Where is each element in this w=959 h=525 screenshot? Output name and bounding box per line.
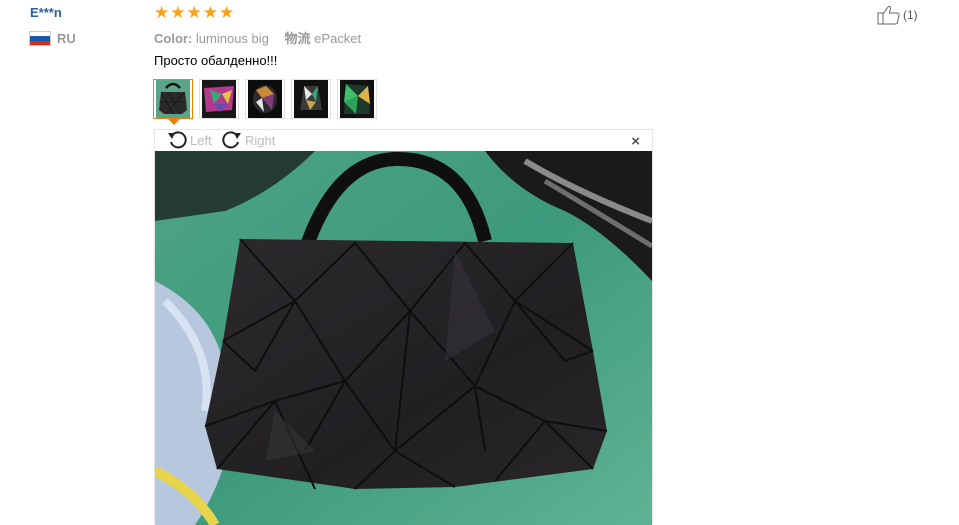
rotate-right-label: Right [245, 132, 276, 148]
helpful-count: (1) [903, 8, 918, 22]
shipping-label: 物流 [284, 31, 311, 46]
review-thumbnail[interactable] [199, 79, 239, 119]
review-thumbnail[interactable] [337, 79, 377, 119]
rotate-left-icon [168, 131, 187, 149]
star-icon: ★ [170, 3, 186, 22]
review-thumbnail[interactable] [245, 79, 285, 119]
thumbnail-strip [153, 79, 377, 125]
review-text: Просто обалденно!!! [154, 53, 278, 68]
country-code: RU [57, 31, 76, 46]
bag-photo-thumbnail [340, 80, 374, 118]
rotate-left-button[interactable]: Left [166, 130, 212, 150]
close-viewer-button[interactable]: × [631, 133, 640, 150]
thumbs-up-icon [877, 5, 900, 25]
color-value: luminous big [195, 31, 269, 46]
color-label: Color: [154, 31, 193, 46]
viewer-toolbar: Left Right × [155, 130, 652, 151]
rotate-right-icon [222, 131, 241, 149]
bag-photo-thumbnail [248, 80, 282, 118]
review-user-name[interactable]: E***n [30, 5, 62, 20]
shipping-value: ePacket [314, 31, 362, 46]
bag-photo-thumbnail [156, 80, 190, 118]
rotate-left-label: Left [190, 132, 212, 148]
helpful-button[interactable]: (1) [877, 5, 918, 25]
review-thumbnail[interactable] [153, 79, 193, 125]
rotate-right-button[interactable]: Right [221, 130, 275, 150]
bag-photo-thumbnail [294, 80, 328, 118]
review-thumbnail[interactable] [291, 79, 331, 119]
star-icon: ★ [154, 3, 170, 22]
handbag-photo [155, 151, 652, 525]
image-viewer: Left Right × [154, 129, 653, 525]
user-country: RU [29, 31, 76, 46]
star-icon: ★ [186, 3, 202, 22]
review-photo-large [155, 151, 652, 525]
star-icon: ★ [202, 3, 218, 22]
flag-ru-icon [29, 31, 51, 46]
star-icon: ★ [219, 3, 235, 22]
order-meta: Color: luminous big 物流 ePacket [154, 28, 361, 47]
bag-photo-thumbnail [202, 80, 236, 118]
star-rating: ★ ★ ★ ★ ★ [154, 4, 234, 21]
